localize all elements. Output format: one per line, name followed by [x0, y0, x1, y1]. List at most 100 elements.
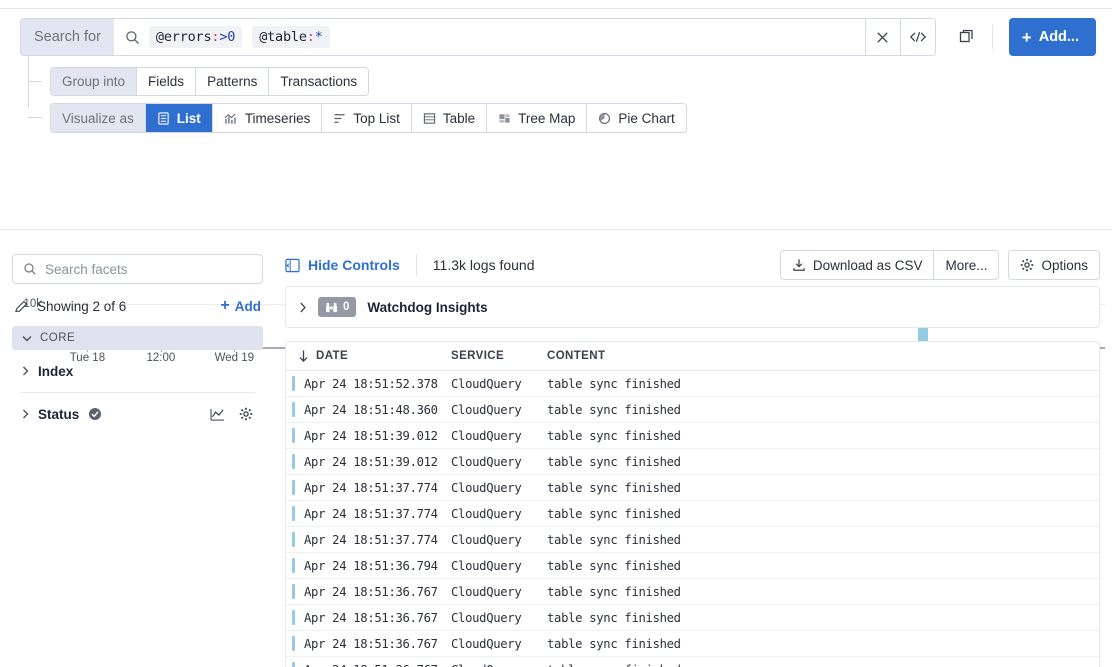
log-cell-content: table sync finished [547, 532, 681, 547]
visualize-as-label: Visualize as [51, 104, 146, 132]
main-split: Showing 2 of 6 + Add CORE Index [0, 240, 1112, 667]
visualize-tree-map-label: Tree Map [518, 110, 576, 126]
tag-value: * [314, 29, 323, 45]
log-cell-content: table sync finished [547, 376, 681, 391]
visualize-table-label: Table [442, 110, 476, 126]
options-label: Options [1041, 257, 1088, 273]
log-cell-content: table sync finished [547, 480, 681, 495]
gear-icon [1020, 258, 1034, 272]
facet-item-label: Status [38, 406, 80, 422]
toolbar-divider [991, 25, 993, 49]
add-facet-button[interactable]: + Add [220, 298, 261, 314]
options-button[interactable]: Options [1008, 250, 1100, 280]
pencil-icon [14, 299, 29, 314]
chevron-down-icon [22, 335, 32, 342]
visualize-top-list[interactable]: Top List [322, 104, 412, 132]
logs-found-count: 11.3k logs found [432, 257, 535, 273]
verified-check-icon [88, 407, 102, 421]
table-row[interactable]: Apr 24 18:51:36.794 CloudQuery table sync … [286, 553, 1099, 579]
group-into-patterns[interactable]: Patterns [196, 68, 270, 95]
code-view-button[interactable] [899, 18, 936, 56]
toplist-icon [333, 112, 346, 125]
plus-icon: + [1021, 27, 1032, 47]
gear-icon[interactable] [239, 407, 253, 421]
download-csv-label: Download as CSV [812, 257, 923, 273]
chart-icon[interactable] [210, 408, 225, 421]
facet-group-core[interactable]: CORE [12, 326, 263, 350]
table-row[interactable]: Apr 24 18:51:36.767CloudQuerytable sync … [286, 657, 1099, 667]
chevron-right-icon[interactable] [299, 302, 307, 313]
log-cell-service: CloudQuery [451, 506, 522, 521]
log-cell-service: CloudQuery [451, 402, 522, 417]
query-tag[interactable]: @errors:>0 [148, 26, 243, 48]
table-row[interactable]: Apr 24 18:51:37.774 CloudQuery table sync … [286, 475, 1099, 501]
hide-controls-button[interactable]: Hide Controls [285, 257, 400, 273]
facet-item-index[interactable]: Index [12, 350, 263, 392]
table-row[interactable]: Apr 24 18:51:52.378 CloudQuery table sync … [286, 371, 1099, 397]
log-cell-content: table sync finished [547, 506, 681, 521]
timeline-histogram[interactable]: 10k 0k Tue 1812:00Wed 1912:00Thu 2012:00… [0, 145, 1112, 364]
download-icon [792, 258, 806, 272]
log-cell-date: Apr 24 18:51:48.360 [304, 402, 438, 417]
query-bar-region: Search for @errors:>0 @table:* + Add... [0, 18, 1112, 56]
controls-divider [415, 254, 417, 276]
facet-search-box[interactable] [12, 254, 263, 284]
log-cell-date: Apr 24 18:51:37.774 [304, 480, 438, 495]
table-row[interactable]: Apr 24 18:51:36.767CloudQuerytable sync … [286, 631, 1099, 657]
copy-query-button[interactable] [950, 18, 984, 56]
visualize-as-row: Visualize as List Timeseries Top List Ta… [50, 103, 687, 133]
column-header-content[interactable]: CONTENT [537, 350, 1099, 362]
visualize-list[interactable]: List [145, 104, 213, 132]
tag-colon: : [306, 29, 315, 45]
search-facets-input[interactable] [45, 261, 252, 277]
table-row[interactable]: Apr 24 18:51:36.767CloudQuerytable sync … [286, 579, 1099, 605]
facets-showing-row: Showing 2 of 6 + Add [12, 298, 263, 314]
table-row[interactable]: Apr 24 18:51:39.012 CloudQuery table sync … [286, 423, 1099, 449]
log-cell-content: table sync finished [547, 402, 681, 417]
query-input[interactable]: @errors:>0 @table:* [113, 18, 866, 56]
group-into-transactions[interactable]: Transactions [269, 68, 369, 95]
collapse-panel-icon [285, 258, 300, 273]
log-table-body: Apr 24 18:51:52.378 CloudQuery table sync … [286, 371, 1099, 667]
table-row[interactable]: Apr 24 18:51:39.012 CloudQuery table sync … [286, 449, 1099, 475]
visualize-pie-chart[interactable]: Pie Chart [587, 104, 686, 132]
visualize-table[interactable]: Table [411, 104, 488, 132]
clear-query-button[interactable] [865, 18, 900, 56]
watchdog-count: 0 [343, 301, 350, 313]
add-button-label: Add... [1038, 29, 1079, 45]
log-cell-date: Apr 24 18:51:37.774 [304, 532, 438, 547]
add-button[interactable]: + Add... [1008, 18, 1096, 56]
facet-actions [210, 407, 253, 421]
list-icon [157, 111, 170, 125]
facet-item-label: Index [38, 363, 74, 379]
group-into-fields[interactable]: Fields [137, 68, 197, 95]
query-tag[interactable]: @table:* [252, 26, 330, 48]
watchdog-insights-row[interactable]: 0 Watchdog Insights [285, 286, 1100, 328]
column-header-date[interactable]: DATE [286, 350, 451, 362]
treemap-icon [498, 112, 511, 125]
column-header-service[interactable]: SERVICE [451, 350, 537, 362]
more-button[interactable]: More... [933, 250, 1000, 280]
table-row[interactable]: Apr 24 18:51:37.774 CloudQuery table sync … [286, 527, 1099, 553]
log-explorer-page: Search for @errors:>0 @table:* + Add... … [0, 0, 1112, 667]
visualize-tree-map[interactable]: Tree Map [487, 104, 588, 132]
log-cell-content: table sync finished [547, 558, 681, 573]
table-row[interactable]: Apr 24 18:51:36.767CloudQuerytable sync … [286, 605, 1099, 631]
chart-bottom-divider [0, 229, 1112, 230]
table-row[interactable]: Apr 24 18:51:37.774 CloudQuery table sync … [286, 501, 1099, 527]
facets-showing[interactable]: Showing 2 of 6 [14, 299, 126, 314]
add-facet-label: Add [234, 298, 261, 314]
facets-showing-label: Showing 2 of 6 [37, 298, 127, 314]
plus-icon: + [220, 297, 230, 314]
table-row[interactable]: Apr 24 18:51:48.360 CloudQuery table sync … [286, 397, 1099, 423]
download-csv-button[interactable]: Download as CSV [779, 250, 934, 280]
tag-key: @table [259, 29, 307, 45]
log-cell-content: table sync finished [547, 428, 681, 443]
watchdog-title: Watchdog Insights [367, 299, 488, 315]
log-cell-service: CloudQuery [451, 532, 522, 547]
column-header-date-label: DATE [316, 350, 349, 362]
visualize-timeseries[interactable]: Timeseries [212, 104, 323, 132]
log-cell-date: Apr 24 18:51:39.012 [304, 428, 438, 443]
log-cell-service: CloudQuery [451, 480, 522, 495]
facet-item-status[interactable]: Status [12, 393, 263, 435]
